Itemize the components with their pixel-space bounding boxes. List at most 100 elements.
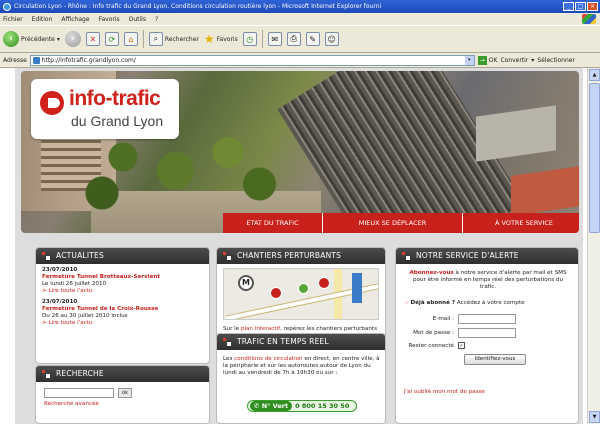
email-field[interactable] <box>458 314 516 324</box>
refresh-icon[interactable]: ⟳ <box>104 32 119 46</box>
search-panel: RECHERCHE ok Recherche avancée <box>35 365 210 424</box>
menu-affichage[interactable]: Affichage <box>61 16 89 23</box>
go-arrow-icon: → <box>477 55 487 65</box>
close-button[interactable]: × <box>587 2 598 11</box>
section-bullet-icon <box>402 252 410 260</box>
live-traffic-text: Les conditions de circulation en direct,… <box>223 356 383 377</box>
logo-title: info-trafic <box>69 87 161 110</box>
hero-banner: info-trafic du Grand Lyon ETAT DU TRAFIC… <box>21 71 579 233</box>
news-date: 23/07/2010 <box>42 267 78 273</box>
search-label: Rechercher <box>164 35 199 43</box>
ie-icon <box>3 3 11 11</box>
menu-favoris[interactable]: Favoris <box>99 16 120 23</box>
advanced-search-link[interactable]: Recherche avancée <box>44 401 99 407</box>
address-url: http://infotrafic.grandlyon.com/ <box>41 56 136 64</box>
toll-free-number: 0 800 15 30 50 <box>295 402 350 410</box>
page-viewport: info-trafic du Grand Lyon ETAT DU TRAFIC… <box>0 68 600 424</box>
menu-edition[interactable]: Edition <box>32 16 53 23</box>
metro-icon: M <box>238 275 254 291</box>
live-traffic-panel: TRAFIC EN TEMPS REEL Les conditions de c… <box>216 333 386 424</box>
print-icon[interactable]: ⎙ <box>286 32 301 46</box>
menu-bar: Fichier Edition Affichage Favoris Outils… <box>0 13 600 25</box>
site-search-ok-button[interactable]: ok <box>118 388 132 398</box>
stop-icon[interactable]: ✕ <box>85 32 100 46</box>
vertical-scrollbar[interactable]: ▲ ▼ <box>587 68 600 424</box>
password-row: Mot de passe : <box>404 328 516 338</box>
search-button[interactable]: ⌕ Rechercher <box>148 32 199 46</box>
live-traffic-title: TRAFIC EN TEMPS REEL <box>237 337 329 346</box>
subscribe-link[interactable]: Abonnez-vous <box>409 270 453 276</box>
alert-intro: Abonnez-vous à notre service d'alerte pa… <box>404 270 572 291</box>
news-title: ACTUALITES <box>56 251 104 260</box>
interactive-map-link[interactable]: plan interactif <box>241 326 280 332</box>
news-list: 23/07/2010 Fermeture Tunnel Brotteaux-Se… <box>36 264 209 330</box>
phone-icon: ✆ <box>254 402 262 410</box>
scroll-up-icon[interactable]: ▲ <box>589 69 600 81</box>
page-favicon-icon <box>32 56 40 64</box>
nav-etat-du-trafic[interactable]: ETAT DU TRAFIC <box>223 213 323 233</box>
roadworks-pin-icon <box>318 277 330 289</box>
convert-button[interactable]: Convertir <box>500 57 528 64</box>
news-headline-link[interactable]: Fermeture Tunnel de la Croix-Rousse <box>42 306 203 313</box>
back-button[interactable]: ‹ Précédente ▾ <box>3 31 60 47</box>
forgot-password-link[interactable]: J'ai oublié mon mot de passe <box>404 389 485 395</box>
back-dropdown-icon[interactable]: ▾ <box>57 36 60 43</box>
select-button[interactable]: Sélectionner <box>537 57 575 64</box>
section-bullet-icon <box>223 338 231 346</box>
alert-service-panel: NOTRE SERVICE D'ALERTE Abonnez-vous à no… <box>395 247 579 424</box>
toll-free-number-badge: ✆ N° Vert 0 800 15 30 50 <box>247 400 357 412</box>
news-desc: Le lundi 26 juillet 2010 <box>42 281 107 287</box>
edit-icon[interactable]: ✎ <box>305 32 320 46</box>
logo-mark-icon <box>40 91 64 115</box>
nav-a-votre-service[interactable]: À VOTRE SERVICE <box>463 213 579 233</box>
menu-fichier[interactable]: Fichier <box>3 16 23 23</box>
remember-checkbox[interactable]: ✓ <box>458 342 465 349</box>
login-button[interactable]: Identifiez-vous <box>464 354 526 365</box>
toll-free-label: ✆ N° Vert <box>250 401 293 411</box>
map-pin-icon <box>298 283 309 294</box>
scroll-thumb[interactable] <box>589 83 600 233</box>
maximize-button[interactable]: □ <box>575 2 586 11</box>
favorites-button[interactable]: ★ Favoris <box>204 32 238 46</box>
site-logo[interactable]: info-trafic du Grand Lyon <box>31 79 179 139</box>
already-subscribed: ⁘ Déjà abonné ? Accédez à votre compte <box>404 300 576 307</box>
mail-icon[interactable]: ✉ <box>267 32 282 46</box>
history-icon[interactable]: ◷ <box>242 32 257 46</box>
favorites-label: Favoris <box>216 35 238 43</box>
messenger-icon[interactable]: ☺ <box>324 32 339 46</box>
address-input[interactable]: http://infotrafic.grandlyon.com/ ▾ <box>29 54 475 66</box>
password-field[interactable] <box>458 328 516 338</box>
go-button[interactable]: → OK <box>477 55 497 65</box>
already-subscribed-label: Déjà abonné ? <box>410 300 456 306</box>
search-icon: ⌕ <box>148 32 163 46</box>
search-panel-header: RECHERCHE <box>36 366 209 382</box>
remember-label: Rester connecté <box>408 342 454 349</box>
section-bullet-icon <box>42 370 50 378</box>
news-more-link[interactable]: > Lire toute l'actu <box>42 288 203 295</box>
home-icon[interactable]: ⌂ <box>123 32 138 46</box>
menu-help[interactable]: ? <box>155 16 158 23</box>
traffic-conditions-link[interactable]: conditions de circulation <box>234 356 302 362</box>
roadworks-map-thumbnail[interactable]: M <box>223 268 379 320</box>
forward-button[interactable]: › <box>64 31 81 47</box>
nav-mieux-se-deplacer[interactable]: MIEUX SE DÉPLACER <box>323 213 463 233</box>
scroll-down-icon[interactable]: ▼ <box>589 411 600 423</box>
menu-outils[interactable]: Outils <box>129 16 146 23</box>
site-search-input[interactable] <box>44 388 114 398</box>
news-headline-link[interactable]: Fermeture Tunnel Brotteaux-Servient <box>42 274 203 281</box>
remember-row: Rester connecté ✓ <box>404 342 465 349</box>
news-item: 23/07/2010 Fermeture Tunnel de la Croix-… <box>42 299 203 327</box>
minimize-button[interactable]: _ <box>563 2 574 11</box>
alert-title: NOTRE SERVICE D'ALERTE <box>416 251 519 260</box>
convert-dropdown-icon[interactable]: ▾ <box>531 57 534 64</box>
address-bar: Adresse http://infotrafic.grandlyon.com/… <box>0 53 600 68</box>
windows-logo-icon <box>582 14 596 24</box>
news-more-link[interactable]: > Lire toute l'actu <box>42 320 203 327</box>
hero-photo-roof <box>476 105 556 162</box>
road-sign-icon <box>352 273 362 303</box>
roadworks-panel-header: CHANTIERS PERTURBANTS <box>217 248 385 264</box>
search-title: RECHERCHE <box>56 369 104 378</box>
address-dropdown-icon[interactable]: ▾ <box>464 55 474 65</box>
section-bullet-icon <box>223 252 231 260</box>
window-title-bar: Circulation Lyon - Rhône : Info trafic d… <box>0 0 600 13</box>
